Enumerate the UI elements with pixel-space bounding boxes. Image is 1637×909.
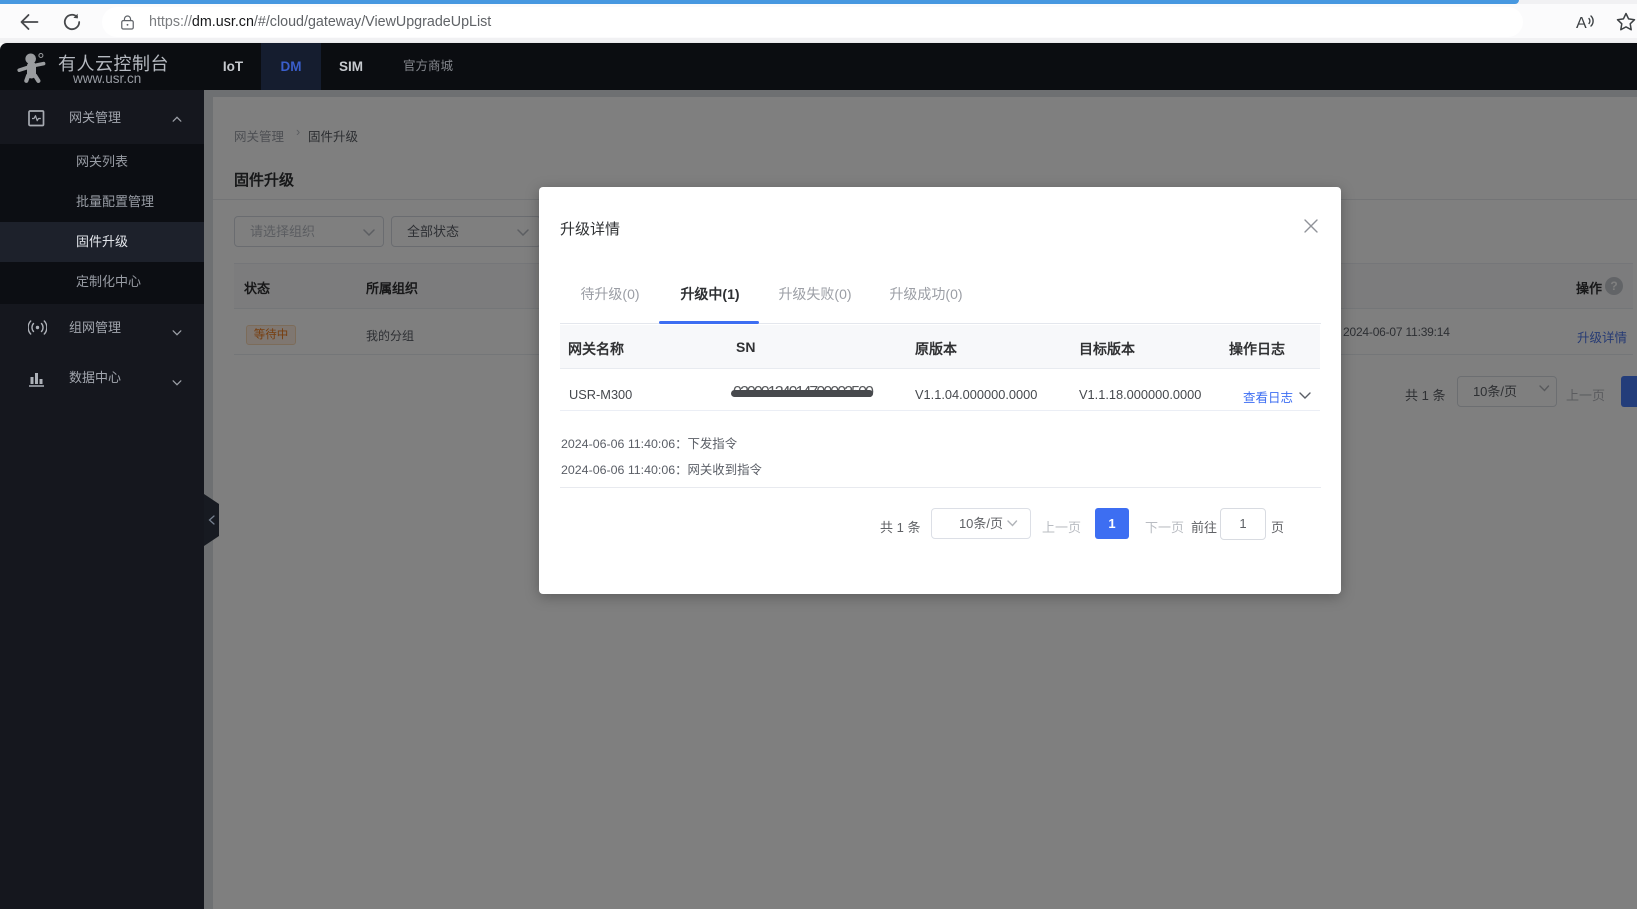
- svg-text:A: A: [1576, 15, 1587, 32]
